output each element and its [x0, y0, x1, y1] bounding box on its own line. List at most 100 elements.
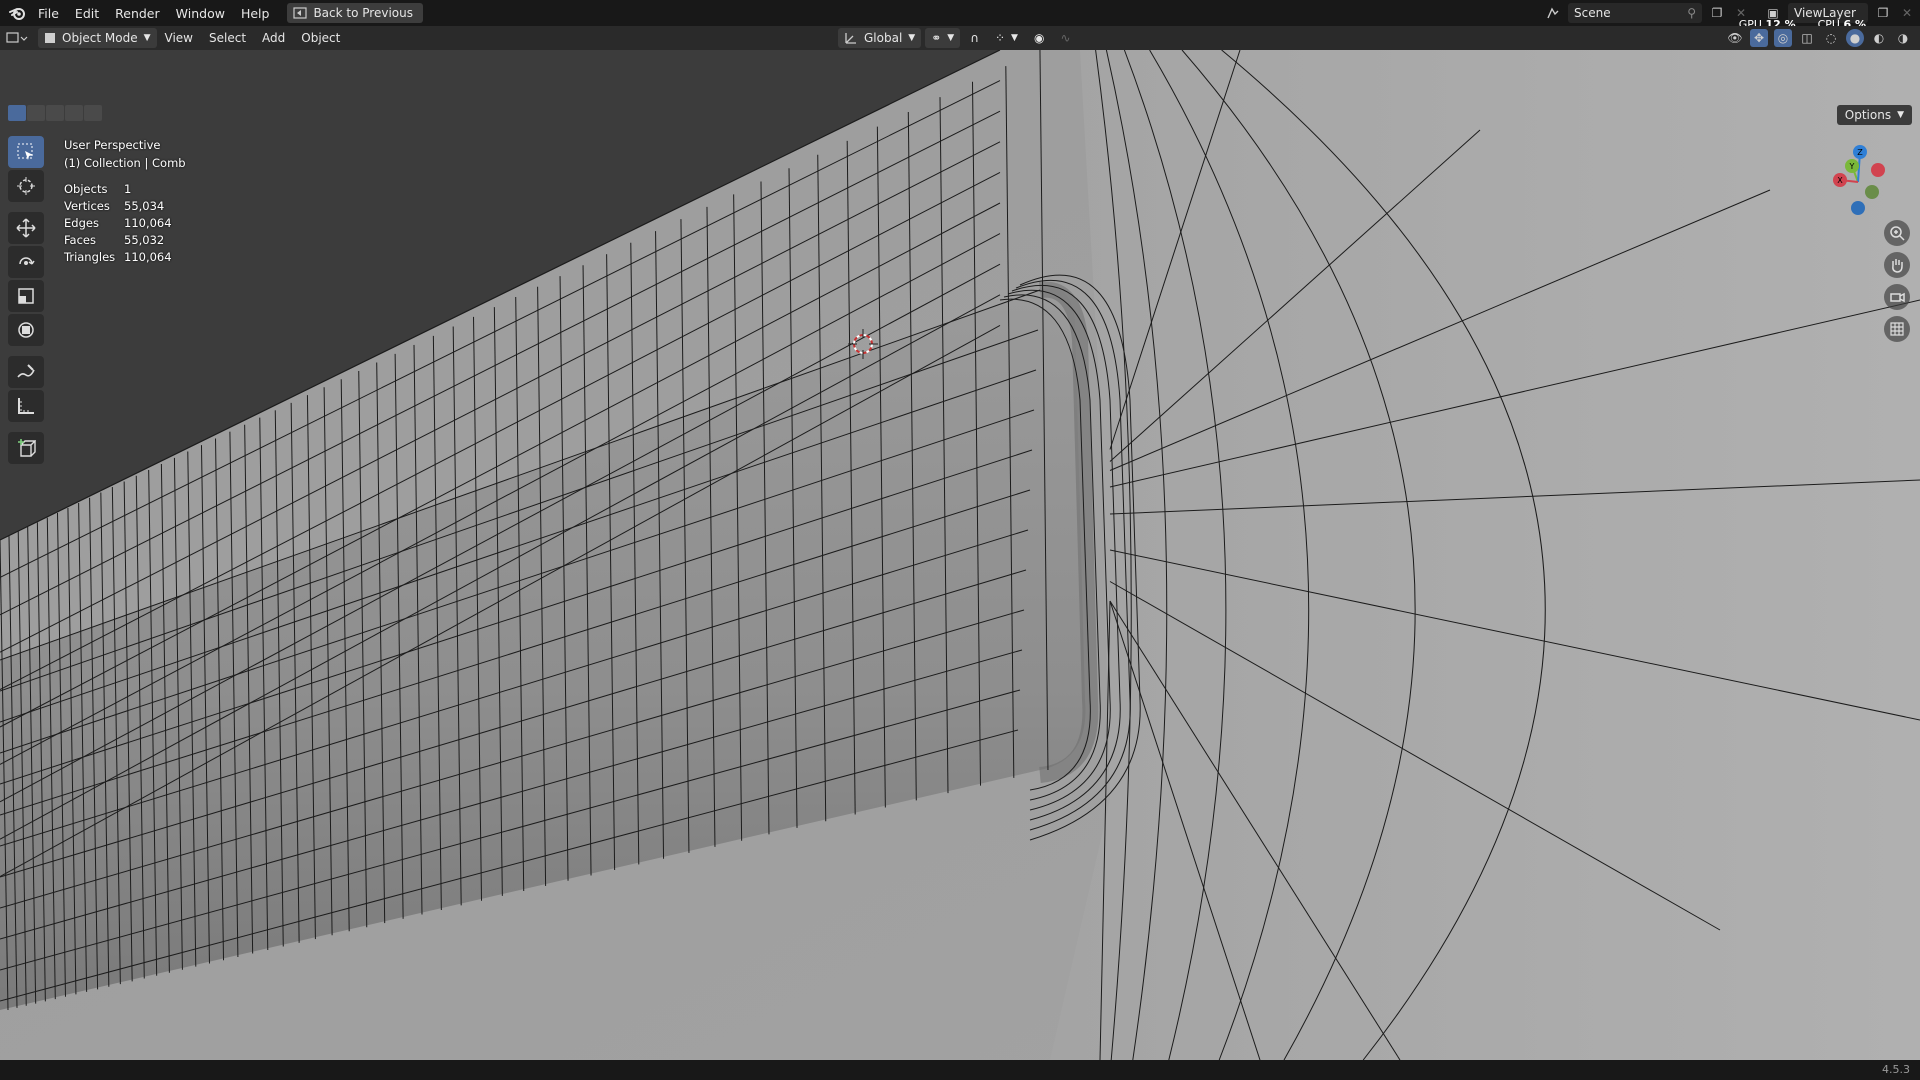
gizmo-neg-z-icon[interactable]	[1851, 201, 1865, 215]
material-shading-icon[interactable]: ◐	[1870, 29, 1888, 47]
snap-toggle[interactable]: ∩	[964, 28, 985, 48]
stat-value: 55,032	[124, 233, 165, 247]
scene-name: Scene	[1574, 6, 1611, 20]
scene-selector[interactable]: Scene ⚲	[1568, 3, 1702, 23]
select-extend-mode[interactable]	[27, 105, 45, 121]
select-mode-buttons	[8, 105, 102, 121]
menu-edit[interactable]: Edit	[67, 6, 107, 21]
gizmo-x-label: X	[1837, 176, 1843, 185]
chevron-down-icon: ▼	[1011, 33, 1018, 43]
ortho-toggle-button[interactable]	[1884, 316, 1910, 342]
menu-window[interactable]: Window	[168, 6, 233, 21]
rotate-tool[interactable]	[8, 246, 44, 278]
solid-shading-icon[interactable]: ●	[1846, 29, 1864, 47]
visibility-icon[interactable]: 👁	[1726, 29, 1744, 47]
stat-row: Vertices 55,034	[64, 198, 172, 215]
add-cube-tool[interactable]	[8, 432, 44, 464]
gizmo-neg-y-icon[interactable]	[1865, 185, 1879, 199]
back-button-label: Back to Previous	[313, 6, 413, 20]
pin-icon[interactable]: ⚲	[1687, 6, 1696, 20]
select-invert-mode[interactable]	[65, 105, 83, 121]
mesh-wireframe[interactable]	[0, 50, 1920, 1060]
select-new-mode[interactable]	[8, 105, 26, 121]
move-icon	[16, 218, 36, 238]
menu-file[interactable]: File	[30, 6, 67, 21]
snap-target-dropdown[interactable]: ⁘ ▼	[988, 28, 1024, 48]
transform-tools: Global ▼ ⚭ ▼ ∩ ⁘ ▼ ◉ ∿	[838, 28, 1077, 48]
measure-tool[interactable]	[8, 390, 44, 422]
proportional-edit-toggle[interactable]: ◉	[1027, 28, 1051, 48]
3d-viewport[interactable]: User Perspective (1) Collection | Comb O…	[0, 50, 1920, 1060]
select-subtract-mode[interactable]	[46, 105, 64, 121]
menu-view[interactable]: View	[157, 28, 201, 48]
options-dropdown[interactable]: Options ▼	[1836, 105, 1912, 125]
new-viewlayer-icon[interactable]: ❐	[1874, 4, 1892, 22]
ruler-icon	[18, 398, 34, 414]
menu-help[interactable]: Help	[233, 6, 278, 21]
stat-row: Edges 110,064	[64, 215, 172, 232]
collection-label: (1) Collection | Comb	[64, 156, 186, 170]
select-box-icon	[17, 143, 33, 160]
cursor-tool[interactable]	[8, 170, 44, 202]
mode-dropdown[interactable]: Object Mode ▼	[38, 28, 157, 48]
delete-viewlayer-icon[interactable]: ✕	[1898, 4, 1916, 22]
gizmo-toggle-icon[interactable]: ✥	[1750, 29, 1768, 47]
orientation-dropdown[interactable]: Global ▼	[838, 28, 922, 48]
scene-icon[interactable]	[1544, 4, 1562, 22]
wireframe-shading-icon[interactable]: ◌	[1822, 29, 1840, 47]
stat-label: Objects	[64, 182, 108, 196]
editor-type-icon	[6, 32, 28, 43]
back-to-previous-button[interactable]: Back to Previous	[287, 3, 423, 23]
stat-label: Faces	[64, 233, 96, 247]
3d-cursor-icon[interactable]	[848, 329, 878, 359]
stat-value: 110,064	[124, 216, 172, 230]
menu-render[interactable]: Render	[107, 6, 168, 21]
select-box-tool[interactable]	[8, 136, 44, 168]
object-mode-icon	[45, 33, 55, 43]
chevron-down-icon: ▼	[143, 33, 151, 43]
proportional-icon: ◉	[1033, 31, 1045, 45]
stat-row: Triangles 110,064	[64, 249, 172, 266]
scale-tool[interactable]	[8, 280, 44, 312]
mode-label: Object Mode	[62, 31, 138, 45]
main-menu: File Edit Render Window Help	[30, 0, 277, 26]
camera-view-button[interactable]	[1884, 284, 1910, 310]
top-bar: File Edit Render Window Help Back to Pre…	[0, 0, 1920, 26]
rotate-icon	[19, 257, 35, 265]
stat-label: Vertices	[64, 199, 110, 213]
editor-type-button[interactable]	[0, 28, 34, 48]
zoom-icon	[1890, 226, 1905, 241]
xray-toggle-icon[interactable]: ◫	[1798, 29, 1816, 47]
menu-object[interactable]: Object	[293, 28, 348, 48]
orientation-icon	[845, 33, 856, 44]
menu-add[interactable]: Add	[254, 28, 293, 48]
select-intersect-mode[interactable]	[84, 105, 102, 121]
camera-icon	[1890, 292, 1905, 303]
stat-row: Faces 55,032	[64, 232, 172, 249]
stat-row: Objects 1	[64, 181, 172, 198]
magnet-icon: ∩	[970, 31, 979, 45]
zoom-button[interactable]	[1884, 220, 1910, 246]
chevron-down-icon: ▼	[1897, 110, 1904, 120]
transform-tool[interactable]	[8, 314, 44, 346]
orientation-label: Global	[864, 31, 903, 45]
move-tool[interactable]	[8, 212, 44, 244]
blender-logo-icon[interactable]	[4, 0, 30, 26]
annotate-tool[interactable]	[8, 356, 44, 388]
screen-back-icon	[293, 7, 308, 19]
navigation-gizmo[interactable]: X Y Z	[1818, 142, 1898, 222]
falloff-dropdown[interactable]: ∿	[1054, 28, 1077, 48]
overlay-toggle-icon[interactable]: ◎	[1774, 29, 1792, 47]
stat-value: 55,034	[124, 199, 165, 213]
rendered-shading-icon[interactable]: ◑	[1894, 29, 1912, 47]
new-scene-icon[interactable]: ❐	[1708, 4, 1726, 22]
stat-value: 1	[124, 182, 132, 196]
annotate-pencil-icon	[17, 364, 35, 378]
gizmo-neg-x-icon[interactable]	[1871, 163, 1885, 177]
pivot-dropdown[interactable]: ⚭ ▼	[925, 28, 961, 48]
version-label: 4.5.3	[1882, 1063, 1910, 1076]
menu-select[interactable]: Select	[201, 28, 254, 48]
options-label: Options	[1844, 108, 1892, 122]
chevron-down-icon: ▼	[947, 33, 955, 43]
pan-button[interactable]	[1884, 252, 1910, 278]
